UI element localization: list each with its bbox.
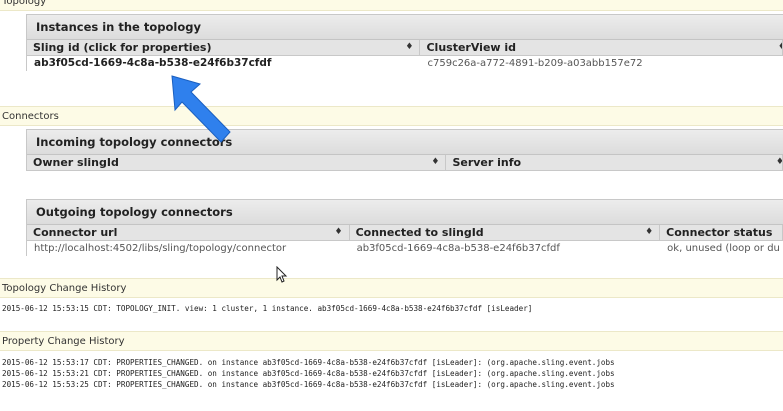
column-header-connector-status[interactable]: Connector status: [660, 225, 783, 240]
property-log-line: 2015-06-12 15:53:25 CDT: PROPERTIES_CHAN…: [2, 380, 615, 389]
sort-icon[interactable]: ♦: [645, 225, 653, 240]
column-header-server-info[interactable]: Server info ♦: [446, 155, 783, 170]
section-label-topology: Topology: [0, 0, 783, 11]
sort-icon[interactable]: ♦: [431, 155, 439, 170]
column-header-label: Connector status: [666, 226, 773, 239]
sort-icon[interactable]: ♦: [778, 40, 782, 55]
mouse-pointer-icon: [276, 266, 288, 283]
topology-log-line: 2015-06-12 15:53:15 CDT: TOPOLOGY_INIT. …: [2, 304, 533, 313]
sort-icon[interactable]: ♦: [335, 225, 343, 240]
instances-panel: Instances in the topology Sling id (clic…: [26, 14, 783, 71]
outgoing-header-row: Connector url ♦ Connected to slingId ♦ C…: [27, 225, 783, 241]
sort-icon[interactable]: ♦: [405, 40, 413, 55]
table-row: ab3f05cd-1669-4c8a-b538-e24f6b37cfdf c75…: [27, 56, 783, 71]
section-label-connectors: Connectors: [0, 106, 783, 126]
section-label-topology-history: Topology Change History: [0, 278, 783, 298]
column-header-label: Connected to slingId: [355, 226, 484, 239]
column-header-label: Server info: [452, 156, 522, 169]
property-log-line: 2015-06-12 15:53:21 CDT: PROPERTIES_CHAN…: [2, 369, 615, 378]
section-label-property-history: Property Change History: [0, 331, 783, 351]
connected-slingid-cell: ab3f05cd-1669-4c8a-b538-e24f6b37cfdf: [356, 243, 560, 254]
connector-url-cell: http://localhost:4502/libs/sling/topolog…: [34, 243, 287, 254]
incoming-connectors-panel: Incoming topology connectors Owner sling…: [26, 129, 783, 171]
arrow-annotation-icon: [171, 75, 231, 143]
column-header-label: Connector url: [33, 226, 118, 239]
table-row: http://localhost:4502/libs/sling/topolog…: [27, 241, 783, 256]
clusterview-id-cell: c759c26a-a772-4891-b209-a03abb157e72: [427, 58, 643, 69]
instances-header-row: Sling id (click for properties) ♦ Cluste…: [27, 40, 783, 56]
outgoing-panel-title: Outgoing topology connectors: [27, 200, 783, 225]
sling-id-link[interactable]: ab3f05cd-1669-4c8a-b538-e24f6b37cfdf: [27, 56, 420, 71]
outgoing-connectors-panel: Outgoing topology connectors Connector u…: [26, 199, 783, 256]
incoming-header-row: Owner slingId ♦ Server info ♦: [27, 155, 783, 171]
connector-status-cell: ok, unused (loop or du: [667, 243, 780, 254]
column-header-label: Sling id (click for properties): [33, 41, 212, 54]
column-header-connected-slingid[interactable]: Connected to slingId ♦: [350, 225, 661, 240]
instances-panel-title: Instances in the topology: [27, 15, 783, 40]
column-header-label: ClusterView id: [426, 41, 517, 54]
column-header-clusterview-id[interactable]: ClusterView id ♦: [420, 40, 783, 55]
incoming-panel-title: Incoming topology connectors: [27, 130, 783, 155]
arrow-shape: [171, 75, 231, 143]
column-header-sling-id[interactable]: Sling id (click for properties) ♦: [27, 40, 421, 55]
sort-icon[interactable]: ♦: [776, 155, 782, 170]
property-log-line: 2015-06-12 15:53:17 CDT: PROPERTIES_CHAN…: [2, 358, 615, 367]
column-header-owner-slingid[interactable]: Owner slingId ♦: [27, 155, 447, 170]
column-header-label: Owner slingId: [33, 156, 119, 169]
column-header-connector-url[interactable]: Connector url ♦: [27, 225, 350, 240]
